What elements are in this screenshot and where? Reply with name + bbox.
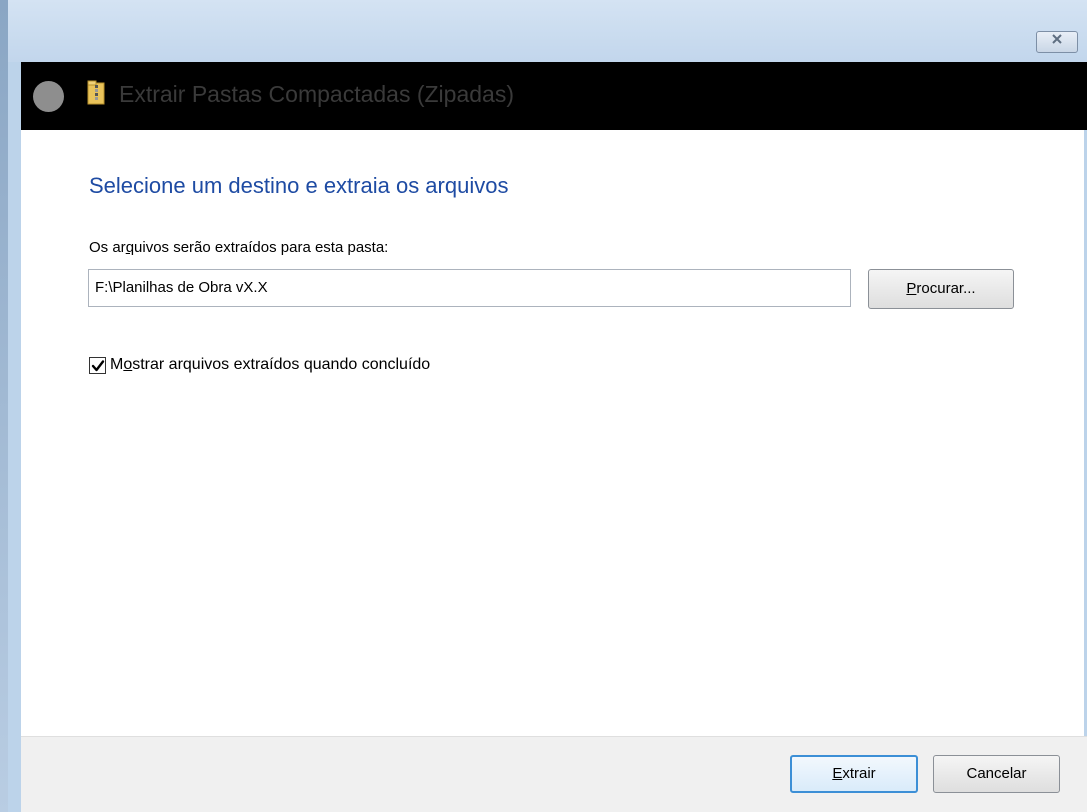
destination-label: Os arquivos serão extraídos para esta pa… bbox=[89, 239, 388, 256]
show-files-label[interactable]: Mostrar arquivos extraídos quando conclu… bbox=[110, 356, 430, 374]
back-circle-icon[interactable] bbox=[33, 81, 64, 112]
show-files-label-accel: o bbox=[123, 356, 133, 373]
wizard-header: Extrair Pastas Compactadas (Zipadas) bbox=[21, 62, 1087, 130]
wizard-title: Extrair Pastas Compactadas (Zipadas) bbox=[119, 81, 514, 107]
show-files-checkbox[interactable] bbox=[89, 356, 106, 374]
content-area: Selecione um destino e extraia os arquiv… bbox=[21, 130, 1087, 736]
close-icon bbox=[1050, 34, 1064, 49]
show-files-label-post: strar arquivos extraídos quando concluíd… bbox=[132, 356, 431, 373]
close-button[interactable] bbox=[1036, 31, 1078, 53]
checkmark-icon bbox=[91, 359, 105, 371]
zip-folder-icon bbox=[87, 80, 105, 106]
browse-button[interactable]: Procurar... bbox=[868, 269, 1014, 309]
extract-button[interactable]: Extrair bbox=[790, 755, 918, 793]
page-heading: Selecione um destino e extraia os arquiv… bbox=[89, 173, 509, 198]
browse-button-accel: P bbox=[906, 280, 917, 297]
destination-label-accel: q bbox=[125, 239, 135, 256]
destination-path-input[interactable]: F:\Planilhas de Obra vX.X bbox=[88, 269, 851, 307]
extract-button-label: xtrair bbox=[842, 765, 876, 782]
cancel-button[interactable]: Cancelar bbox=[933, 755, 1060, 793]
destination-label-post: uivos serão extraídos para esta pasta: bbox=[134, 239, 389, 256]
dialog-footer: Extrair Cancelar bbox=[21, 736, 1087, 812]
destination-label-pre: Os ar bbox=[89, 239, 126, 256]
window-left-edge bbox=[0, 0, 8, 812]
show-files-option[interactable]: Mostrar arquivos extraídos quando conclu… bbox=[89, 354, 430, 376]
show-files-label-pre: M bbox=[110, 356, 124, 373]
title-bar[interactable] bbox=[8, 0, 1087, 62]
browse-button-label: rocurar... bbox=[916, 280, 976, 297]
extract-button-accel: E bbox=[832, 765, 843, 782]
